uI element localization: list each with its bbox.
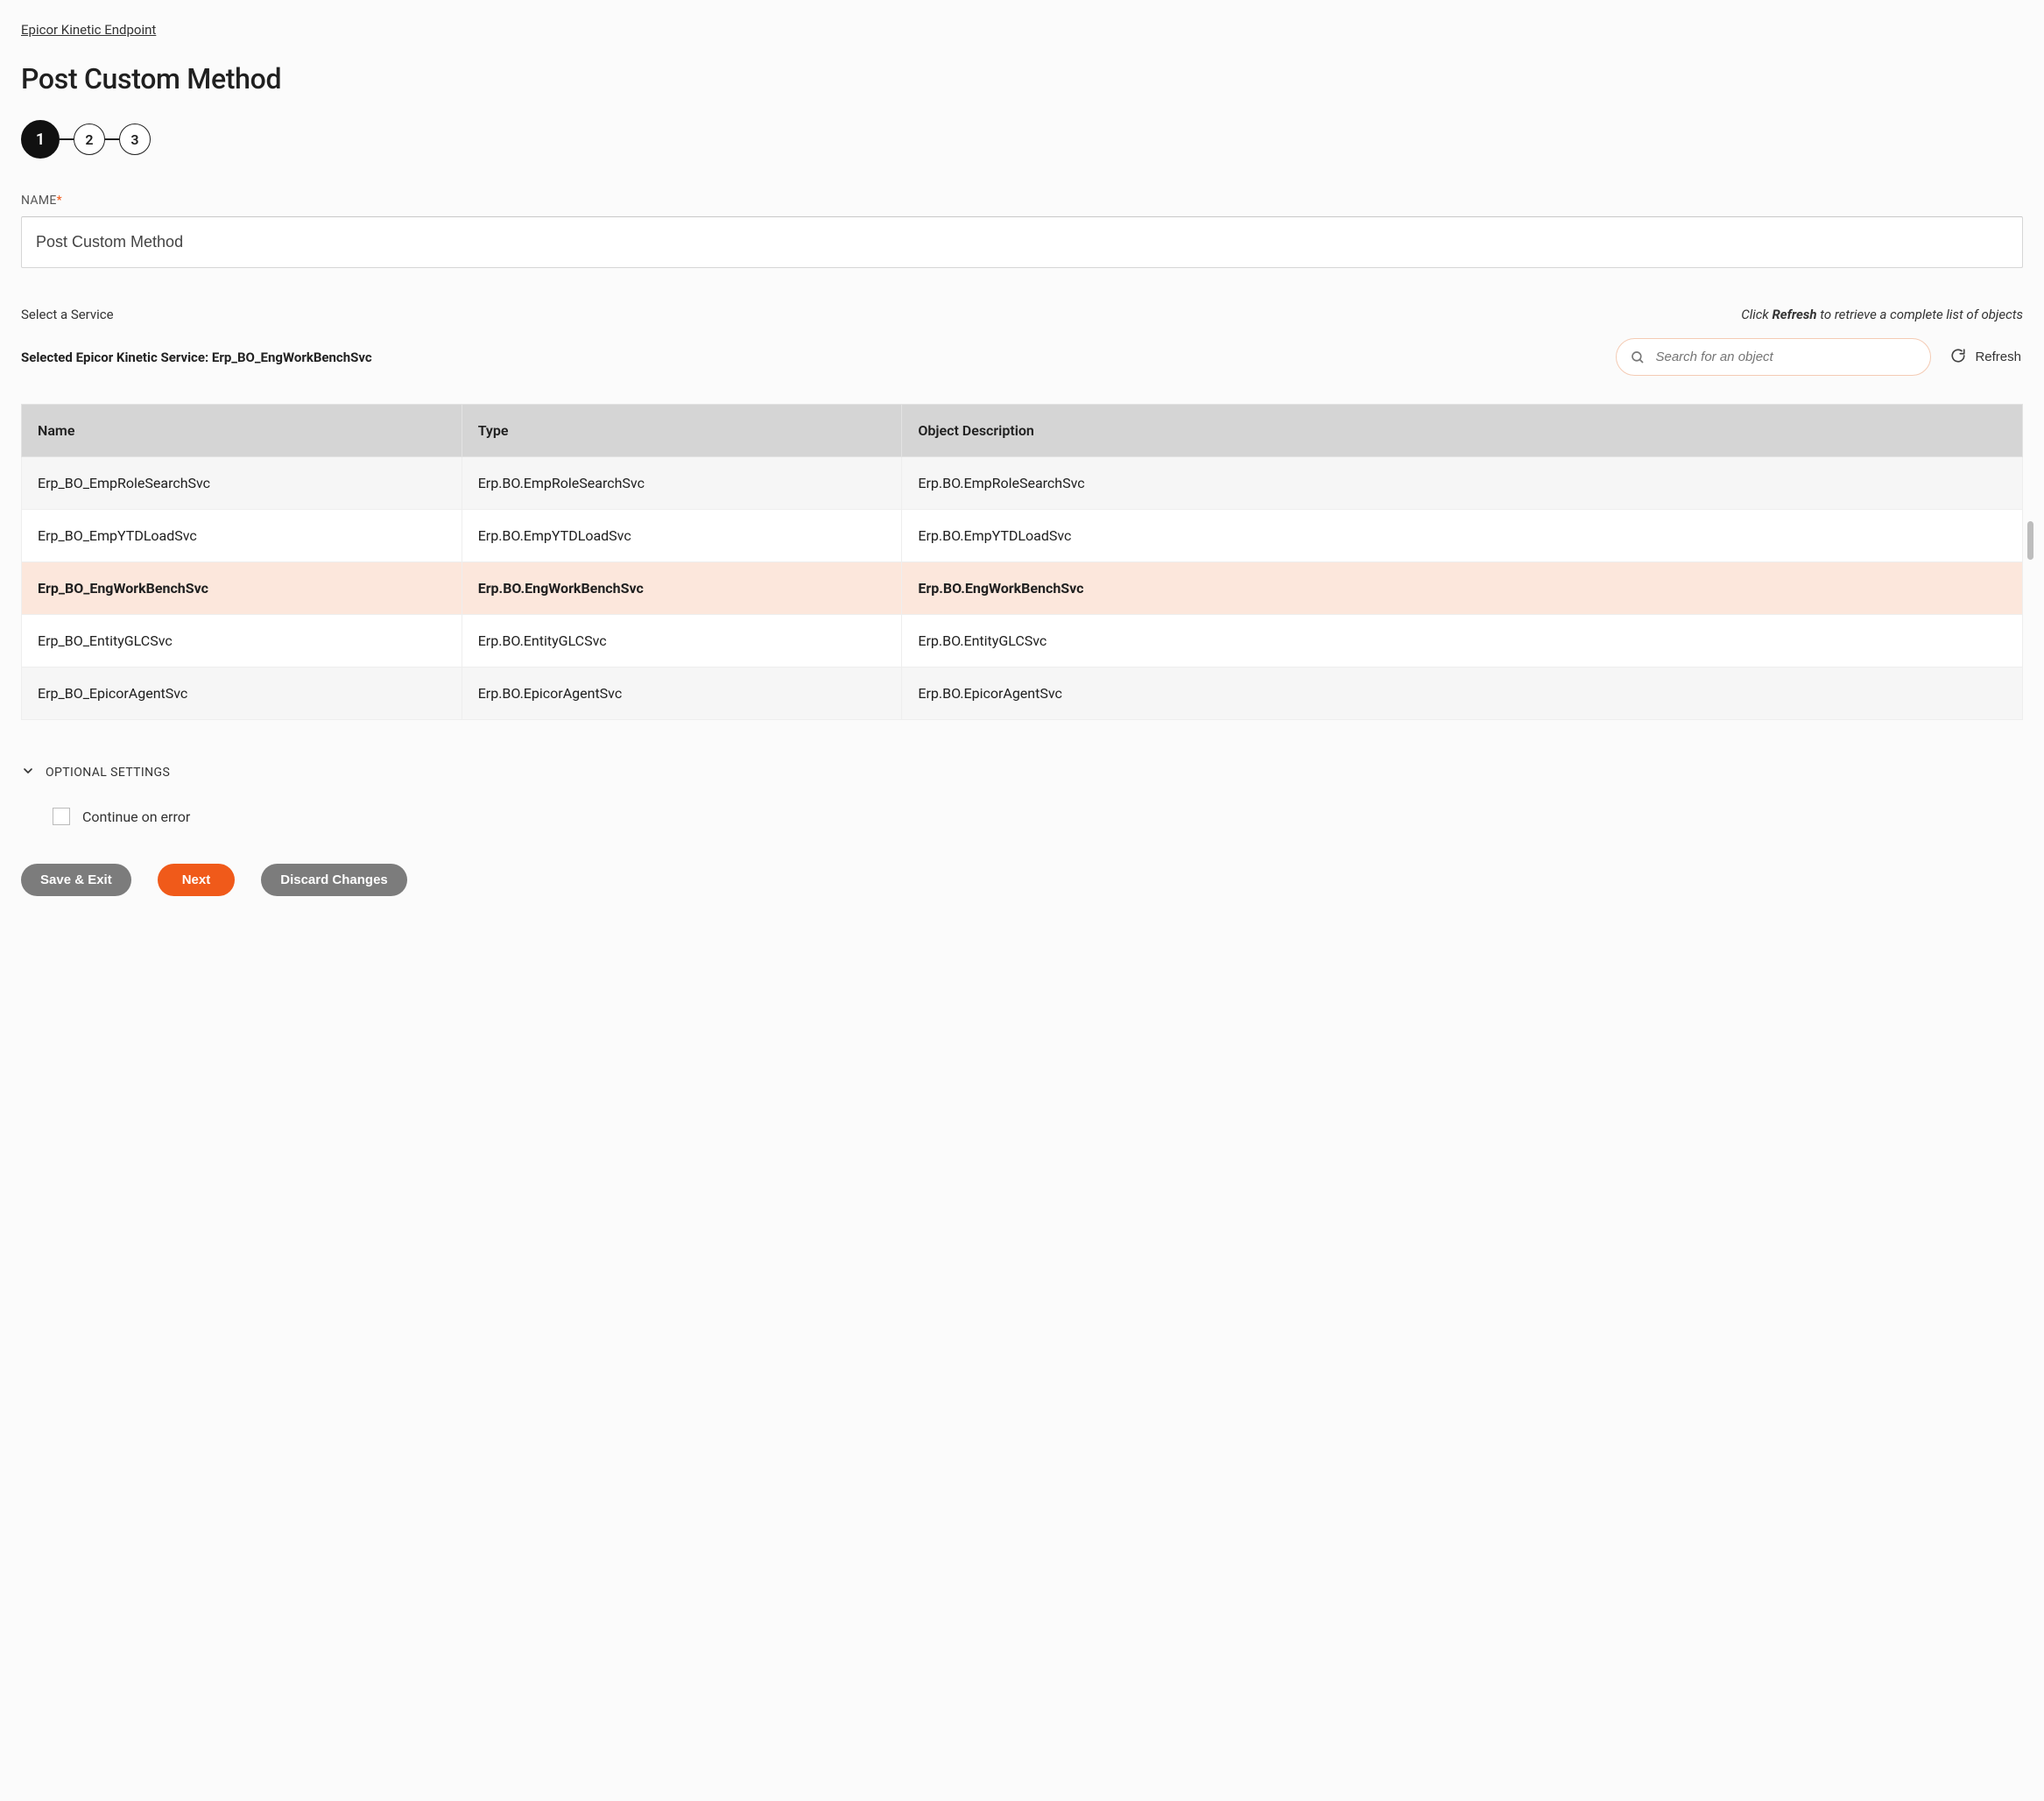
table-cell: Erp.BO.EngWorkBenchSvc [462, 562, 902, 615]
selected-service-value: Erp_BO_EngWorkBenchSvc [212, 350, 372, 365]
optional-settings-label: OPTIONAL SETTINGS [46, 766, 170, 780]
name-label: NAME* [21, 194, 2023, 208]
refresh-button[interactable]: Refresh [1949, 344, 2023, 371]
table-cell: Erp.BO.EmpRoleSearchSvc [462, 457, 902, 510]
table-cell: Erp.BO.EngWorkBenchSvc [902, 562, 2023, 615]
scrollbar-thumb[interactable] [2027, 521, 2033, 560]
table-cell: Erp_BO_EmpRoleSearchSvc [22, 457, 462, 510]
table-cell: Erp.BO.EmpRoleSearchSvc [902, 457, 2023, 510]
breadcrumb-link[interactable]: Epicor Kinetic Endpoint [21, 22, 156, 38]
table-row[interactable]: Erp_BO_EntityGLCSvcErp.BO.EntityGLCSvcEr… [22, 615, 2023, 667]
stepper: 1 2 3 [21, 120, 2023, 159]
selected-service: Selected Epicor Kinetic Service: Erp_BO_… [21, 350, 372, 365]
table-cell: Erp.BO.EntityGLCSvc [902, 615, 2023, 667]
table-row[interactable]: Erp_BO_EngWorkBenchSvcErp.BO.EngWorkBenc… [22, 562, 2023, 615]
refresh-hint: Click Refresh to retrieve a complete lis… [1741, 307, 2023, 322]
col-name[interactable]: Name [22, 405, 462, 457]
required-star: * [57, 194, 62, 208]
table-cell: Erp.BO.EpicorAgentSvc [462, 667, 902, 720]
table-row[interactable]: Erp_BO_EmpRoleSearchSvcErp.BO.EmpRoleSea… [22, 457, 2023, 510]
table-cell: Erp.BO.EmpYTDLoadSvc [462, 510, 902, 562]
search-input[interactable] [1616, 338, 1931, 376]
optional-settings-toggle[interactable]: OPTIONAL SETTINGS [21, 764, 2023, 781]
step-line [105, 138, 119, 140]
table-cell: Erp.BO.EmpYTDLoadSvc [902, 510, 2023, 562]
refresh-icon [1950, 348, 1966, 367]
service-table: Name Type Object Description Erp_BO_EmpR… [21, 404, 2023, 720]
step-1[interactable]: 1 [21, 120, 60, 159]
discard-button[interactable]: Discard Changes [261, 864, 407, 896]
select-service-label: Select a Service [21, 307, 114, 322]
table-row[interactable]: Erp_BO_EpicorAgentSvcErp.BO.EpicorAgentS… [22, 667, 2023, 720]
col-desc[interactable]: Object Description [902, 405, 2023, 457]
refresh-button-label: Refresh [1975, 350, 2021, 364]
step-line [60, 138, 74, 140]
table-cell: Erp_BO_EmpYTDLoadSvc [22, 510, 462, 562]
selected-service-prefix: Selected Epicor Kinetic Service: [21, 350, 212, 365]
continue-on-error-label: Continue on error [82, 809, 190, 825]
name-label-text: NAME [21, 194, 57, 208]
table-cell: Erp.BO.EpicorAgentSvc [902, 667, 2023, 720]
step-3[interactable]: 3 [119, 124, 151, 155]
page-title: Post Custom Method [21, 62, 2023, 95]
save-exit-button[interactable]: Save & Exit [21, 864, 131, 896]
step-2[interactable]: 2 [74, 124, 105, 155]
refresh-hint-suffix: to retrieve a complete list of objects [1817, 307, 2023, 322]
next-button[interactable]: Next [158, 864, 236, 896]
table-cell: Erp_BO_EpicorAgentSvc [22, 667, 462, 720]
table-cell: Erp.BO.EntityGLCSvc [462, 615, 902, 667]
table-row[interactable]: Erp_BO_EmpYTDLoadSvcErp.BO.EmpYTDLoadSvc… [22, 510, 2023, 562]
table-cell: Erp_BO_EntityGLCSvc [22, 615, 462, 667]
name-input[interactable] [21, 216, 2023, 268]
table-cell: Erp_BO_EngWorkBenchSvc [22, 562, 462, 615]
continue-on-error-checkbox[interactable] [53, 808, 70, 825]
search-icon [1630, 350, 1646, 365]
refresh-hint-prefix: Click [1741, 307, 1772, 322]
refresh-hint-bold: Refresh [1772, 307, 1816, 322]
chevron-down-icon [21, 764, 35, 781]
col-type[interactable]: Type [462, 405, 902, 457]
